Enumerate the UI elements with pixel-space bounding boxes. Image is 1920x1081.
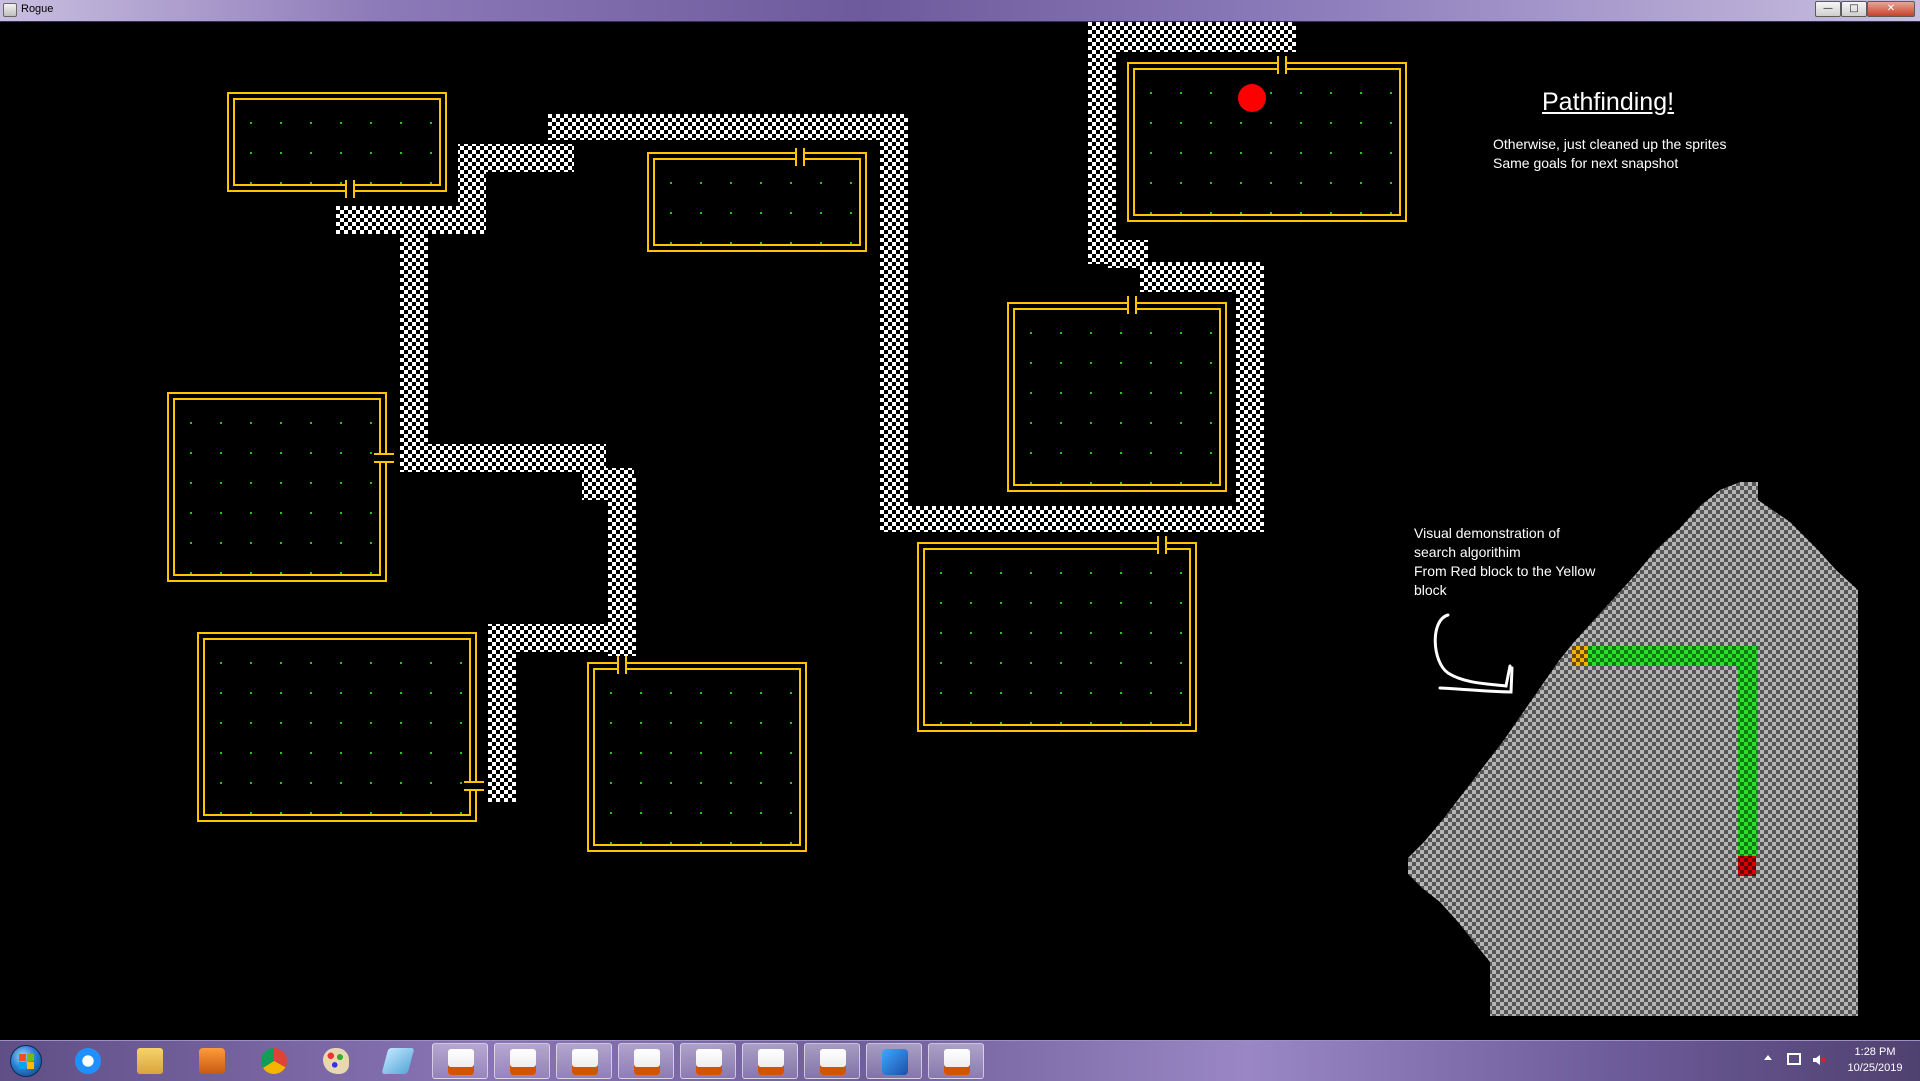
close-button[interactable]: ✕ [1867,1,1915,17]
door [1277,56,1287,74]
corridor-segment [1088,22,1116,264]
eraser-icon [381,1048,415,1074]
minimize-button[interactable]: — [1815,1,1841,17]
door [345,180,355,198]
clock-time[interactable]: 1:28 PM [1843,1046,1907,1058]
note-line-2: Same goals for next snapshot [1493,155,1679,171]
corridor-segment [488,624,516,802]
maximize-button[interactable]: □ [1841,1,1867,17]
caption-line-4: block [1414,582,1447,598]
caption-line-1: Visual demonstration of [1414,525,1561,541]
search-goal-yellow-block [1572,646,1588,666]
volume-muted-icon[interactable] [1812,1053,1826,1067]
taskbar-button-media-player[interactable] [184,1043,240,1079]
java-icon [448,1049,474,1075]
windows-start-orb [10,1045,42,1077]
window-title-bar[interactable]: Rogue — □ ✕ [0,0,1920,22]
room [1007,302,1227,492]
file-explorer-icon [137,1048,163,1074]
corridor-segment [400,444,606,472]
show-hidden-icons-icon[interactable] [1764,1055,1772,1060]
corridor-segment [548,114,904,140]
taskbar-button-intellij[interactable] [866,1043,922,1079]
taskbar-button-java[interactable] [742,1043,798,1079]
internet-explorer-icon [75,1048,101,1074]
java-icon [758,1049,784,1075]
room [587,662,807,852]
game-canvas[interactable] [0,22,1920,1040]
taskbar-button-java[interactable] [804,1043,860,1079]
java-icon [510,1049,536,1075]
corridor-segment [1236,262,1264,532]
taskbar-button-java[interactable] [494,1043,550,1079]
door [374,453,394,463]
taskbar-button-java[interactable] [556,1043,612,1079]
search-path-horizontal [1586,646,1758,666]
java-icon [572,1049,598,1075]
room [917,542,1197,732]
note-line-1: Otherwise, just cleaned up the sprites [1493,136,1727,152]
taskbar-button-paint[interactable] [308,1043,364,1079]
room [167,392,387,582]
start-button[interactable] [4,1043,48,1079]
taskbar-button-file-explorer[interactable] [122,1043,178,1079]
taskbar-button-java[interactable] [432,1043,488,1079]
search-start-red-block [1738,856,1756,876]
caption-line-2: search algorithim [1414,544,1521,560]
java-icon [634,1049,660,1075]
taskbar-button-internet-explorer[interactable] [60,1043,116,1079]
door [617,656,627,674]
caption-line-3: From Red block to the Yellow [1414,563,1596,579]
corridor-segment [400,206,428,460]
door [795,148,805,166]
corridor-segment [1088,22,1296,52]
java-window-icon [3,3,17,17]
intellij-icon [882,1049,908,1075]
clock-date[interactable]: 10/25/2019 [1835,1062,1915,1074]
taskbar-button-java[interactable] [680,1043,736,1079]
corridor-segment [880,506,1264,532]
door [1157,536,1167,554]
search-path-vertical [1738,646,1758,856]
dungeon-map [167,22,1858,1016]
taskbar-button-eraser[interactable] [370,1043,426,1079]
java-icon [696,1049,722,1075]
room [227,92,447,192]
network-icon[interactable] [1787,1053,1801,1065]
pathfinding-heading: Pathfinding! [1542,88,1675,116]
room [1127,62,1407,222]
paint-icon [323,1048,349,1074]
java-icon [944,1049,970,1075]
room [197,632,477,822]
door [1127,296,1137,314]
window-title: Rogue [21,3,54,15]
taskbar-button-java[interactable] [618,1043,674,1079]
room [647,152,867,252]
door [464,781,484,791]
corridor-segment [880,114,908,532]
hand-drawn-arrow [1433,613,1514,694]
taskbar-button-chrome[interactable] [246,1043,302,1079]
taskbar-button-java[interactable] [928,1043,984,1079]
taskbar: 1:28 PM 10/25/2019 [0,1040,1920,1081]
search-visual-caption: Visual demonstration of search algorithi… [1414,524,1595,600]
media-player-icon [199,1048,225,1074]
player-red-dot [1238,84,1266,112]
java-icon [820,1049,846,1075]
chrome-icon [261,1048,287,1074]
